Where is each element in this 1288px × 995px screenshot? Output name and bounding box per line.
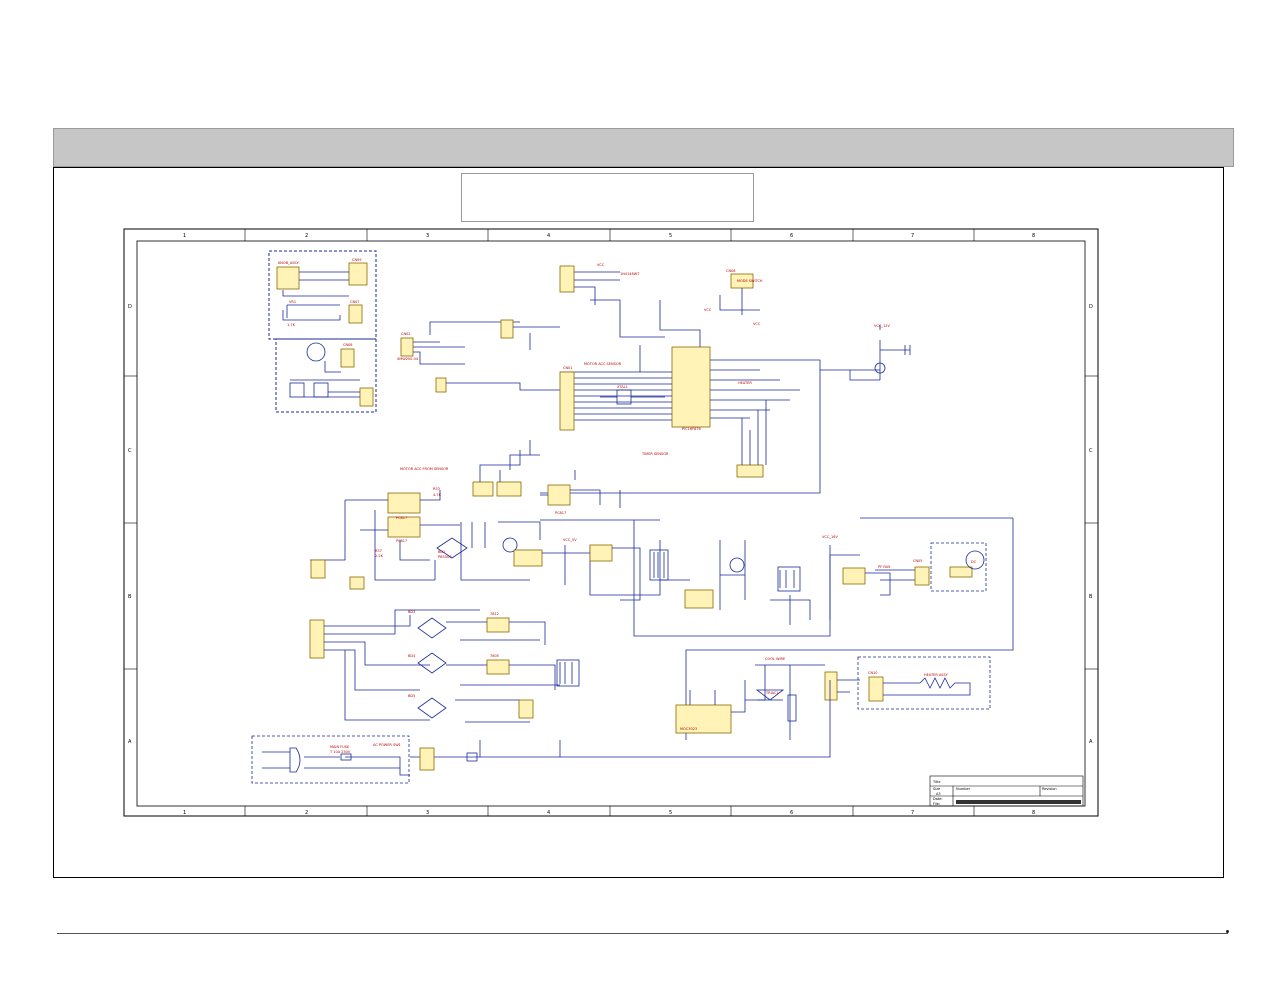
date-label: Date: (933, 797, 943, 801)
xtal-label: XTAL1 (617, 385, 628, 389)
r37-value: 2.2K (375, 554, 384, 558)
col-label: 3 (426, 233, 429, 239)
vcc-label-2: VCC (704, 308, 712, 312)
r37-label: R37 (375, 549, 382, 553)
row-label: D (128, 304, 132, 310)
dc-motor-label: DC (971, 560, 977, 564)
mcu-u5 (540, 300, 821, 494)
col-label: 7 (911, 233, 914, 239)
mode-switch-label: MODE SWITCH (737, 279, 763, 283)
circuit-schematic: 1 2 3 4 5 6 7 8 1 2 3 4 5 6 7 8 D C B A … (123, 228, 1099, 817)
row-label: D (1089, 304, 1093, 310)
cn02-part: SMW200-04 (397, 357, 419, 361)
title-label: Title (932, 780, 941, 784)
col-label: 8 (1032, 233, 1035, 239)
file-path-redacted (956, 800, 1081, 804)
col-label: 6 (790, 810, 793, 816)
vcc12-label: VCC_12V (874, 324, 890, 328)
vr1-label: VR1 (289, 300, 296, 304)
sheet-inner-border (136, 240, 1086, 807)
col-label: 1 (183, 233, 186, 239)
vcc16-label: VCC_16V (822, 535, 838, 539)
col-label: 8 (1032, 810, 1035, 816)
bd4-label: BD4 (408, 654, 416, 658)
row-label: C (1089, 448, 1093, 454)
d11-label: 1N4148WT (620, 272, 640, 276)
col-label: 5 (669, 810, 672, 816)
mid-section (310, 440, 669, 601)
heater-assy-label: HEATER ASSY (924, 673, 949, 677)
column-ticks (124, 229, 1098, 816)
fuse-value: T 10A 250V (329, 750, 351, 754)
col-label: 3 (426, 810, 429, 816)
cn02-label: CN02 (401, 332, 411, 336)
power-supply (309, 609, 580, 723)
number-label: Number (956, 787, 971, 791)
vcc-label: VCC (597, 263, 605, 267)
sensor-parts (289, 342, 374, 407)
pc817-label-3: PC817 (555, 511, 566, 515)
q4-circuit (820, 325, 911, 381)
file-label: File: (933, 802, 940, 806)
revision-label: Revision (1042, 787, 1057, 791)
col-label: 4 (547, 810, 550, 816)
col-label: 6 (790, 233, 793, 239)
r33-value: 4.7K (433, 493, 442, 497)
size-label: Size (933, 787, 940, 791)
row-label: A (128, 739, 132, 745)
column-labels: 1 2 3 4 5 6 7 8 1 2 3 4 5 6 7 8 (183, 233, 1035, 816)
size-value: A3 (936, 792, 941, 796)
cn08-label: CN08 (343, 343, 353, 347)
sheet-border (123, 228, 1099, 817)
cn10-label: CN10 (868, 671, 878, 675)
ac-input (251, 735, 478, 784)
vcc-label-3: VCC (753, 322, 761, 326)
bd3-label: BD3 (408, 610, 415, 614)
main-fuse-label: MAIN FUSE (330, 745, 349, 749)
motor-acc-sensor-label: MOTOR ACC FROM SENSOR (400, 467, 449, 471)
row-label: C (128, 448, 132, 454)
pc817-label-2: PC817 (396, 539, 407, 543)
triac-label: TRIAC1 (765, 691, 779, 695)
col-label: 5 (669, 233, 672, 239)
row-label: A (1089, 739, 1093, 745)
knob-assy-label: KNOB_ASSY (278, 261, 300, 265)
cool-wire-label: COOL WIRE (765, 657, 785, 661)
ac-power-label: AC POWER SW1 (373, 743, 401, 747)
vcc5-label: VCC_5V (563, 538, 577, 542)
r33-label: R33 (433, 487, 440, 491)
u3-part: 7812 (490, 612, 499, 616)
col-label: 7 (911, 810, 914, 816)
row-label: B (128, 594, 132, 600)
col-label: 2 (305, 233, 308, 239)
cn01-label: CN01 (563, 366, 573, 370)
col-label: 4 (547, 233, 550, 239)
pc817-label: PC817 (396, 516, 407, 520)
row-label: B (1089, 594, 1093, 600)
col-label: 1 (183, 810, 186, 816)
row-labels: D C B A D C B A (128, 304, 1093, 745)
bd1-part: PB5500 (438, 555, 451, 559)
u4-part: 7805 (490, 654, 499, 658)
motor-acc-label: MOTOR ACC SENSOR (584, 362, 622, 366)
mcu-part: PIC16F876 (682, 427, 701, 431)
moc3023-label: MOC3023 (680, 727, 697, 731)
bd1-label: BD1 (438, 550, 445, 554)
knob-assy (276, 262, 368, 324)
bd5-label: BD5 (408, 694, 415, 698)
timer-sensor-label: TIMER SENSOR (641, 452, 669, 456)
heater-label: HEATER (738, 381, 752, 385)
pf-fan-label: PF FAN (878, 565, 890, 569)
col-label: 2 (305, 810, 308, 816)
vr1-value: 1.7K (287, 323, 296, 327)
cn06-label: CN06 (726, 269, 736, 273)
cn09-label: CN09 (352, 258, 362, 262)
cn05-label: CN05 (913, 559, 923, 563)
cn07-label: CN07 (350, 300, 360, 304)
